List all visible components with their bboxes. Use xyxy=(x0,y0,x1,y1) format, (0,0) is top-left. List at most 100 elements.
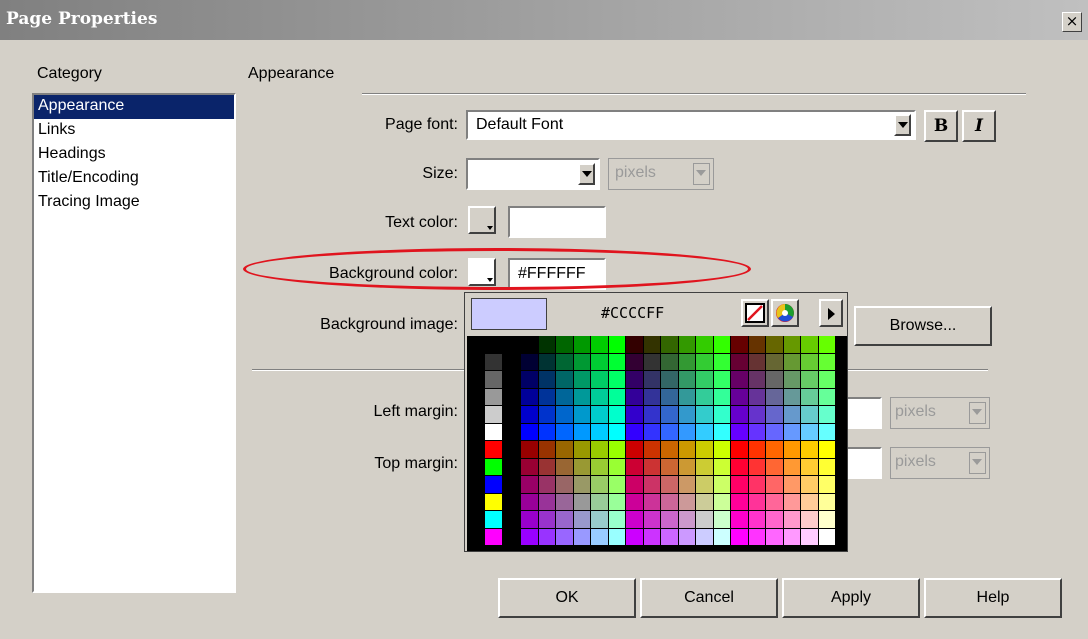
color-swatch[interactable] xyxy=(783,458,800,475)
color-swatch[interactable] xyxy=(696,458,713,475)
color-swatch[interactable] xyxy=(626,528,643,545)
color-swatch[interactable] xyxy=(485,441,502,458)
color-swatch[interactable] xyxy=(801,493,818,510)
color-swatch[interactable] xyxy=(626,476,643,493)
ok-button[interactable]: OK xyxy=(498,578,636,618)
color-swatch[interactable] xyxy=(678,371,695,388)
color-swatch[interactable] xyxy=(678,528,695,545)
color-swatch[interactable] xyxy=(556,441,573,458)
color-swatch[interactable] xyxy=(678,353,695,370)
color-swatch[interactable] xyxy=(643,493,660,510)
color-swatch[interactable] xyxy=(713,353,730,370)
color-swatch[interactable] xyxy=(573,388,590,405)
color-swatch[interactable] xyxy=(556,528,573,545)
color-swatch[interactable] xyxy=(818,493,835,510)
system-color-picker-button[interactable] xyxy=(771,299,799,327)
color-swatch[interactable] xyxy=(783,406,800,423)
color-swatch[interactable] xyxy=(485,511,502,528)
color-palette-menu-button[interactable] xyxy=(819,299,843,327)
color-swatch[interactable] xyxy=(818,388,835,405)
color-swatch[interactable] xyxy=(661,528,678,545)
color-swatch[interactable] xyxy=(696,493,713,510)
color-swatch[interactable] xyxy=(818,441,835,458)
browse-button[interactable]: Browse... xyxy=(854,306,992,346)
color-swatch[interactable] xyxy=(678,423,695,440)
color-swatch[interactable] xyxy=(538,353,555,370)
color-swatch[interactable] xyxy=(591,511,608,528)
color-swatch[interactable] xyxy=(766,441,783,458)
color-swatch[interactable] xyxy=(678,388,695,405)
color-swatch[interactable] xyxy=(485,528,502,545)
color-swatch[interactable] xyxy=(818,528,835,545)
color-swatch[interactable] xyxy=(608,388,625,405)
color-swatch[interactable] xyxy=(661,371,678,388)
category-item-title-encoding[interactable]: Title/Encoding xyxy=(34,167,234,191)
color-swatch[interactable] xyxy=(731,336,748,353)
color-swatch[interactable] xyxy=(661,388,678,405)
color-swatch[interactable] xyxy=(678,493,695,510)
color-swatch[interactable] xyxy=(678,406,695,423)
color-swatch[interactable] xyxy=(591,493,608,510)
color-swatch[interactable] xyxy=(783,528,800,545)
color-swatch[interactable] xyxy=(678,476,695,493)
color-swatch[interactable] xyxy=(766,528,783,545)
color-swatch[interactable] xyxy=(766,511,783,528)
color-swatch[interactable] xyxy=(696,388,713,405)
page-font-select[interactable]: Default Font xyxy=(466,110,916,140)
color-swatch[interactable] xyxy=(661,511,678,528)
color-swatch[interactable] xyxy=(521,528,538,545)
color-swatch[interactable] xyxy=(766,353,783,370)
color-swatch[interactable] xyxy=(731,476,748,493)
color-swatch[interactable] xyxy=(538,406,555,423)
color-swatch[interactable] xyxy=(556,336,573,353)
color-swatch[interactable] xyxy=(626,336,643,353)
color-palette-grid[interactable] xyxy=(467,336,847,551)
color-swatch[interactable] xyxy=(556,423,573,440)
color-swatch[interactable] xyxy=(591,528,608,545)
color-swatch[interactable] xyxy=(818,406,835,423)
apply-button[interactable]: Apply xyxy=(782,578,920,618)
color-swatch[interactable] xyxy=(626,406,643,423)
color-swatch[interactable] xyxy=(766,458,783,475)
color-swatch[interactable] xyxy=(538,476,555,493)
color-swatch[interactable] xyxy=(766,388,783,405)
color-swatch[interactable] xyxy=(626,441,643,458)
color-swatch[interactable] xyxy=(485,476,502,493)
color-swatch[interactable] xyxy=(801,476,818,493)
color-swatch[interactable] xyxy=(573,336,590,353)
color-swatch[interactable] xyxy=(801,441,818,458)
color-swatch[interactable] xyxy=(521,441,538,458)
color-swatch[interactable] xyxy=(626,388,643,405)
color-swatch[interactable] xyxy=(591,406,608,423)
color-swatch[interactable] xyxy=(485,353,502,370)
color-swatch[interactable] xyxy=(766,336,783,353)
color-swatch[interactable] xyxy=(748,476,765,493)
color-swatch[interactable] xyxy=(485,458,502,475)
color-swatch[interactable] xyxy=(556,476,573,493)
color-swatch[interactable] xyxy=(573,511,590,528)
color-swatch[interactable] xyxy=(678,441,695,458)
color-swatch[interactable] xyxy=(748,458,765,475)
color-swatch[interactable] xyxy=(591,371,608,388)
color-swatch[interactable] xyxy=(731,458,748,475)
color-swatch[interactable] xyxy=(538,511,555,528)
color-swatch[interactable] xyxy=(696,511,713,528)
color-swatch[interactable] xyxy=(713,528,730,545)
color-swatch[interactable] xyxy=(713,458,730,475)
color-swatch[interactable] xyxy=(643,511,660,528)
color-swatch[interactable] xyxy=(766,423,783,440)
color-swatch[interactable] xyxy=(661,336,678,353)
color-swatch[interactable] xyxy=(661,441,678,458)
color-swatch[interactable] xyxy=(521,511,538,528)
color-swatch[interactable] xyxy=(696,336,713,353)
color-swatch[interactable] xyxy=(521,493,538,510)
color-swatch[interactable] xyxy=(766,493,783,510)
color-swatch[interactable] xyxy=(696,441,713,458)
color-swatch[interactable] xyxy=(608,441,625,458)
color-swatch[interactable] xyxy=(591,388,608,405)
size-dropdown-button[interactable] xyxy=(578,163,595,185)
color-swatch[interactable] xyxy=(766,406,783,423)
color-swatch[interactable] xyxy=(748,423,765,440)
color-swatch[interactable] xyxy=(801,511,818,528)
category-item-appearance[interactable]: Appearance xyxy=(34,95,234,119)
